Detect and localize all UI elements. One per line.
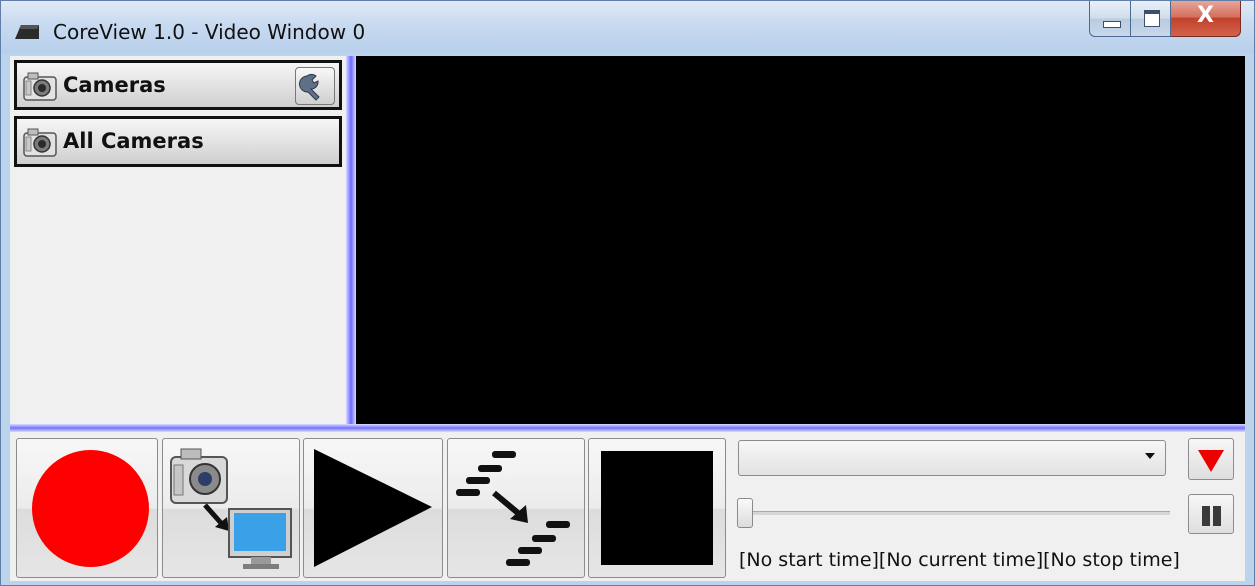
playback-slider-thumb[interactable]	[737, 498, 753, 528]
record-icon	[32, 450, 149, 567]
camera-to-monitor-button[interactable]	[162, 438, 300, 578]
time-status-text: [No start time][No current time][No stop…	[739, 549, 1180, 571]
camera-to-monitor-icon	[170, 448, 292, 569]
cameras-label: Cameras	[63, 73, 166, 97]
playback-slider-track[interactable]	[740, 511, 1170, 515]
record-button[interactable]	[16, 438, 158, 578]
sidebar-item-label: All Cameras	[63, 129, 204, 153]
vertical-splitter[interactable]	[346, 56, 356, 426]
stop-icon	[601, 451, 713, 565]
step-sequence-button[interactable]	[447, 438, 585, 578]
down-triangle-icon	[1198, 450, 1224, 472]
maximize-button[interactable]	[1131, 1, 1171, 37]
stop-button[interactable]	[588, 438, 726, 578]
close-button[interactable]: X	[1171, 1, 1241, 37]
control-panel: [No start time][No current time][No stop…	[10, 432, 1245, 581]
chevron-down-icon	[1145, 453, 1155, 459]
close-icon: X	[1197, 3, 1214, 28]
play-button[interactable]	[303, 438, 443, 578]
cameras-header[interactable]: Cameras	[14, 60, 342, 110]
client-area: Cameras All Cameras [No start time][No c…	[10, 56, 1245, 581]
wrench-icon	[299, 73, 320, 101]
camera-icon	[23, 128, 57, 157]
video-source-dropdown[interactable]	[738, 440, 1166, 476]
play-icon	[314, 449, 432, 567]
caption-buttons: X	[1089, 1, 1241, 39]
app-icon	[15, 25, 39, 39]
app-window: CoreView 1.0 - Video Window 0 X Cameras	[0, 0, 1255, 586]
minimize-button[interactable]	[1089, 1, 1131, 37]
camera-sidebar: Cameras All Cameras	[10, 56, 346, 426]
horizontal-splitter[interactable]	[10, 424, 1245, 432]
sidebar-item-all-cameras[interactable]: All Cameras	[14, 116, 342, 167]
pause-button[interactable]	[1188, 494, 1234, 534]
video-display[interactable]	[356, 56, 1245, 424]
title-bar[interactable]: CoreView 1.0 - Video Window 0 X	[1, 1, 1254, 53]
step-sequence-icon	[456, 451, 570, 566]
window-title: CoreView 1.0 - Video Window 0	[53, 20, 366, 44]
camera-settings-button[interactable]	[295, 67, 335, 105]
camera-icon	[23, 72, 57, 101]
dropdown-toggle-button[interactable]	[1188, 438, 1234, 480]
